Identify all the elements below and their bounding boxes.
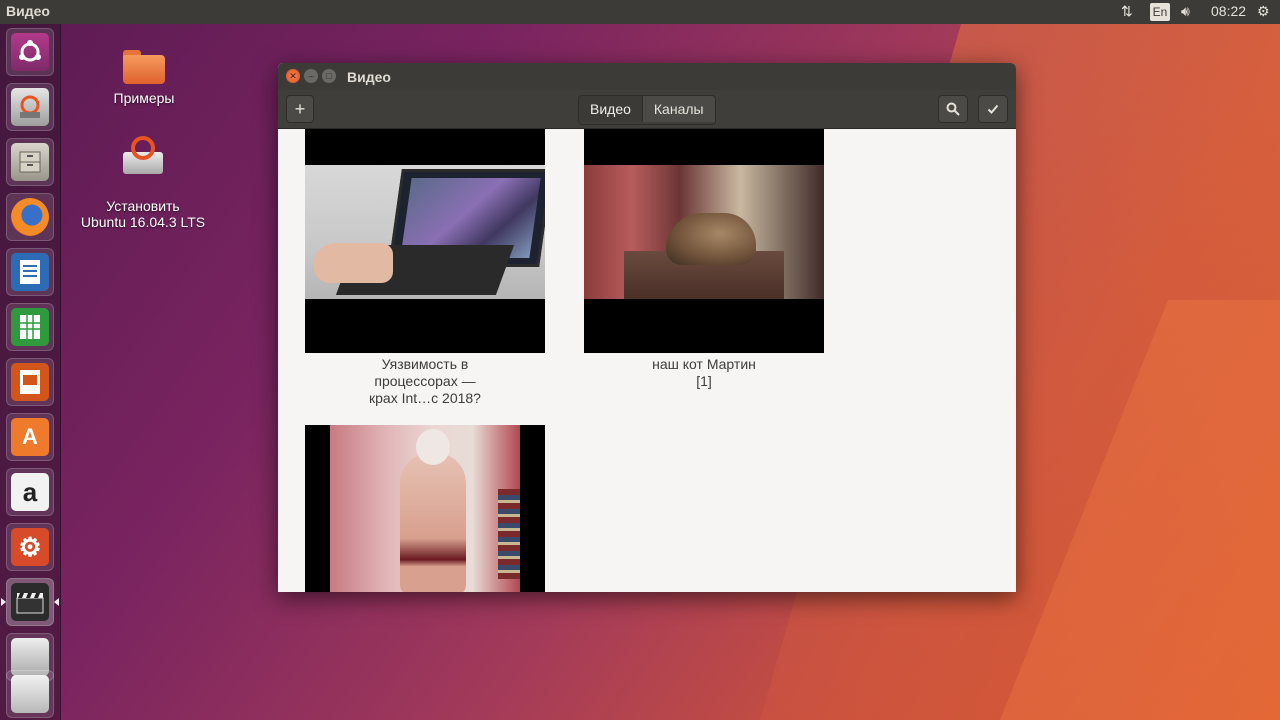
video-item[interactable]: Уязвимость в процессорах — крах Int…с 20… [305, 129, 545, 407]
calc-spreadsheet-icon [11, 308, 49, 346]
window-titlebar[interactable]: ✕ – □ Видео [278, 63, 1016, 90]
clapperboard-icon [11, 583, 49, 621]
search-icon [946, 102, 960, 116]
video-item[interactable] [305, 425, 545, 592]
installer-icon [121, 136, 165, 176]
amazon-icon: a [11, 473, 49, 511]
checkmark-icon [987, 104, 999, 114]
desktop-icon-label: Примеры [113, 90, 175, 106]
network-updown-icon[interactable]: ⇅ [1121, 3, 1133, 20]
trash-icon [11, 675, 49, 713]
maximize-button[interactable]: □ [322, 69, 336, 83]
header-toolbar: + Видео Каналы [278, 90, 1016, 129]
folder-icon [123, 50, 165, 84]
firefox-icon [11, 198, 49, 236]
top-panel: Видео ⇅ En 🔊︎ 08:22 ⚙︎ [0, 0, 1280, 24]
software-bag-icon: A [11, 418, 49, 456]
launcher-settings[interactable]: ⚙︎ [6, 523, 54, 571]
impress-presentation-icon [11, 363, 49, 401]
launcher-impress[interactable] [6, 358, 54, 406]
launcher-files[interactable] [6, 138, 54, 186]
launcher-videos[interactable] [6, 578, 54, 626]
video-title: наш кот Мартин [1] [652, 356, 756, 389]
desktop-icon-examples[interactable]: Примеры [104, 50, 184, 106]
video-item[interactable]: наш кот Мартин [1] [584, 129, 824, 390]
minimize-button[interactable]: – [304, 69, 318, 83]
desktop-icon-install-ubuntu[interactable]: Установить Ubuntu 16.04.3 LTS [78, 120, 208, 246]
video-grid: Уязвимость в процессорах — крах Int…с 20… [278, 129, 1016, 592]
tab-channels[interactable]: Каналы [641, 96, 715, 122]
video-thumbnail[interactable] [305, 129, 545, 353]
launcher-firefox[interactable] [6, 193, 54, 241]
active-app-title: Видео [6, 3, 50, 19]
video-thumbnail[interactable] [584, 129, 824, 353]
desktop-icon-label: Установить Ubuntu 16.04.3 LTS [80, 198, 206, 230]
launcher-trash[interactable] [6, 670, 54, 718]
videos-window: ✕ – □ Видео + Видео Каналы Уязвимость в [278, 63, 1016, 592]
selection-mode-button[interactable] [978, 95, 1008, 123]
tab-videos[interactable]: Видео [579, 96, 642, 122]
launcher-calc[interactable] [6, 303, 54, 351]
power-gear-icon[interactable]: ⚙︎ [1257, 3, 1270, 20]
volume-icon[interactable]: 🔊︎ [1181, 3, 1190, 20]
file-cabinet-icon [11, 143, 49, 181]
installer-icon [11, 88, 49, 126]
launcher-installer[interactable] [6, 83, 54, 131]
launcher-amazon[interactable]: a [6, 468, 54, 516]
search-button[interactable] [938, 95, 968, 123]
close-button[interactable]: ✕ [286, 69, 300, 83]
writer-document-icon [11, 253, 49, 291]
video-thumbnail[interactable] [305, 425, 545, 592]
window-title: Видео [347, 69, 391, 85]
launcher-ubuntu-dash[interactable] [6, 28, 54, 76]
launcher-software[interactable]: A [6, 413, 54, 461]
view-switcher: Видео Каналы [578, 95, 716, 125]
settings-gear-icon: ⚙︎ [11, 528, 49, 566]
keyboard-language-indicator[interactable]: En [1150, 3, 1170, 21]
add-button[interactable]: + [286, 95, 314, 123]
video-title: Уязвимость в процессорах — крах Int…с 20… [369, 356, 481, 406]
focus-indicator [54, 598, 59, 606]
launcher-writer[interactable] [6, 248, 54, 296]
clock[interactable]: 08:22 [1211, 3, 1246, 19]
launcher: A a ⚙︎ [0, 24, 61, 720]
ubuntu-logo-icon [11, 33, 49, 71]
